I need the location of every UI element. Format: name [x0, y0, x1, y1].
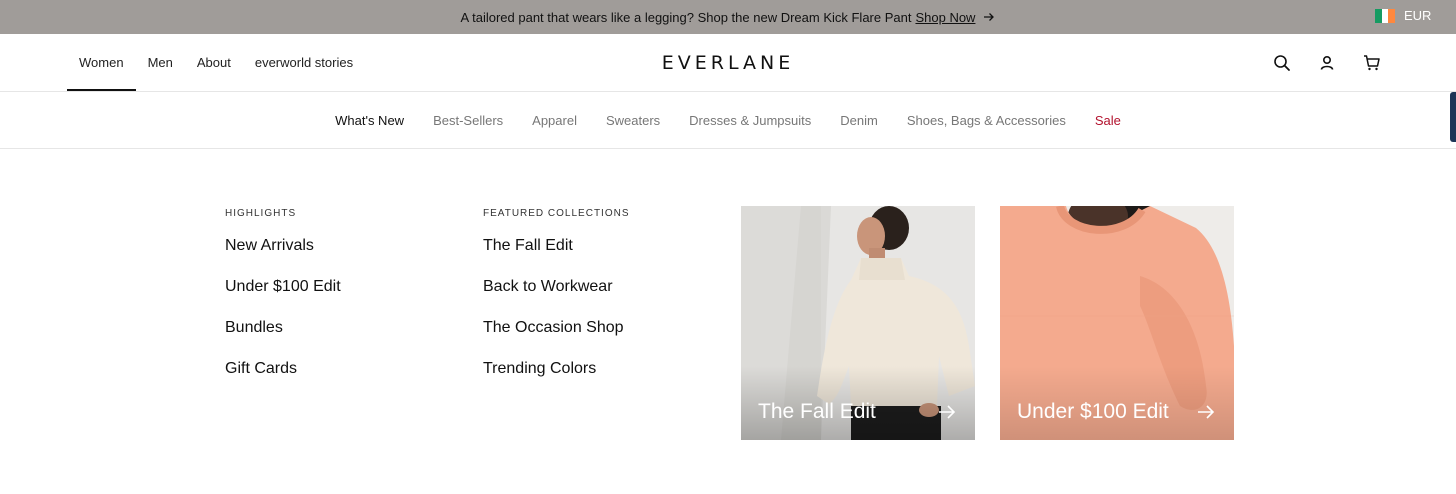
link-trending-colors[interactable]: Trending Colors [483, 359, 630, 400]
arrow-right-icon[interactable] [983, 11, 995, 23]
currency-selector[interactable]: EUR [1375, 8, 1431, 23]
link-gift-cards[interactable]: Gift Cards [225, 359, 341, 400]
subnav-shoes-bags-accessories[interactable]: Shoes, Bags & Accessories [907, 113, 1066, 128]
highlights-column: HIGHLIGHTS New Arrivals Under $100 Edit … [225, 208, 341, 400]
subnav-sale[interactable]: Sale [1095, 113, 1121, 128]
account-icon[interactable] [1317, 53, 1337, 73]
link-new-arrivals[interactable]: New Arrivals [225, 236, 341, 277]
card-label-under-100-edit: Under $100 Edit [1017, 400, 1169, 423]
subnav-best-sellers[interactable]: Best-Sellers [433, 113, 503, 128]
announcement-bar: A tailored pant that wears like a leggin… [0, 0, 1456, 34]
everlane-logo[interactable]: EVERLANE [0, 52, 1456, 74]
subnav-dresses-jumpsuits[interactable]: Dresses & Jumpsuits [689, 113, 811, 128]
subnav-sweaters[interactable]: Sweaters [606, 113, 660, 128]
category-subnav: What's New Best-Sellers Apparel Sweaters… [0, 92, 1456, 149]
link-the-fall-edit[interactable]: The Fall Edit [483, 236, 630, 277]
subnav-apparel[interactable]: Apparel [532, 113, 577, 128]
link-under-100-edit[interactable]: Under $100 Edit [225, 277, 341, 318]
currency-label: EUR [1404, 8, 1432, 23]
subnav-whats-new[interactable]: What's New [335, 113, 404, 128]
featured-collections-heading: FEATURED COLLECTIONS [483, 208, 630, 219]
promo-card-fall-edit[interactable]: The Fall Edit [741, 206, 975, 440]
link-bundles[interactable]: Bundles [225, 318, 341, 359]
header-icons [1272, 53, 1407, 73]
link-the-occasion-shop[interactable]: The Occasion Shop [483, 318, 630, 359]
arrow-right-icon [939, 405, 956, 419]
ireland-flag-icon [1375, 8, 1396, 23]
announcement-message: A tailored pant that wears like a leggin… [0, 0, 1456, 34]
featured-collections-column: FEATURED COLLECTIONS The Fall Edit Back … [483, 208, 630, 400]
arrow-right-icon [1198, 405, 1215, 419]
highlights-heading: HIGHLIGHTS [225, 208, 297, 219]
main-navigation: Women Men About everworld stories EVERLA… [0, 34, 1456, 142]
link-back-to-workwear[interactable]: Back to Workwear [483, 277, 630, 318]
cart-icon[interactable] [1362, 53, 1382, 73]
search-icon[interactable] [1272, 53, 1292, 73]
announcement-text: A tailored pant that wears like a leggin… [460, 9, 912, 25]
card-label-fall-edit: The Fall Edit [758, 400, 876, 423]
subnav-denim[interactable]: Denim [840, 113, 878, 128]
shop-now-link[interactable]: Shop Now [915, 10, 975, 25]
promo-card-under-100-edit[interactable]: Under $100 Edit [1000, 206, 1234, 440]
